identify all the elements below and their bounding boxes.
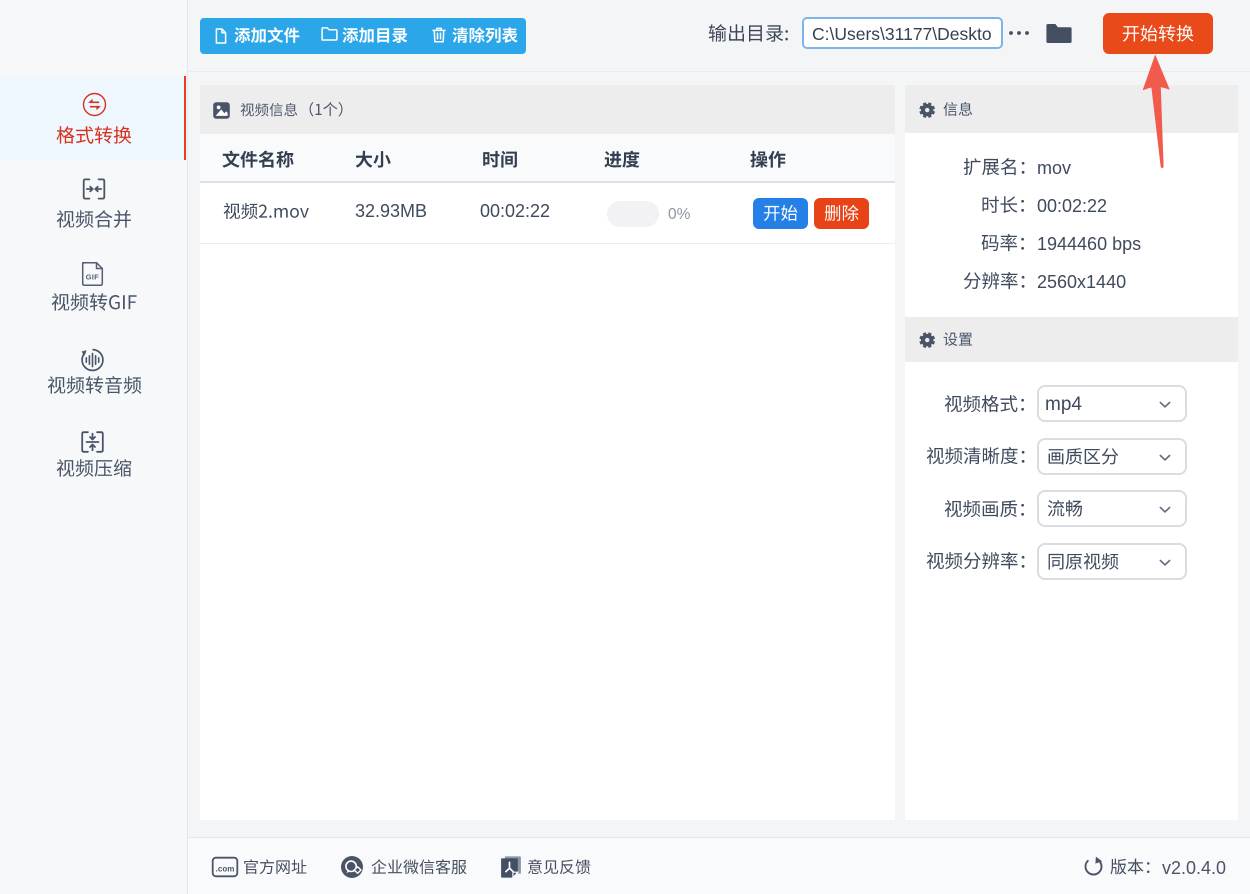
svg-text:.com: .com xyxy=(216,865,235,874)
svg-text:GIF: GIF xyxy=(86,272,99,281)
